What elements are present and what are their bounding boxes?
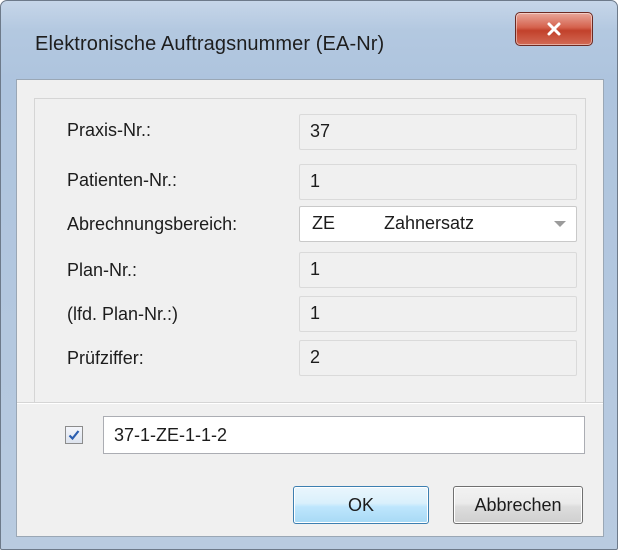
ok-button[interactable]: OK — [293, 486, 429, 524]
lfd-plan-nr-label: (lfd. Plan-Nr.:) — [67, 304, 179, 324]
plan-nr-label: Plan-Nr.: — [67, 260, 138, 280]
abrechnungsbereich-select[interactable]: ZE Zahnersatz — [299, 206, 577, 242]
window-title: Elektronische Auftragsnummer (EA-Nr) — [35, 33, 385, 55]
abrechnungsbereich-label: Abrechnungsbereich: — [67, 214, 238, 234]
abrechnungsbereich-code: ZE — [312, 213, 336, 233]
dialog-body: Praxis-Nr.: 37 Patienten-Nr.: 1 Abrechnu… — [16, 79, 604, 537]
checkmark-icon — [68, 430, 80, 441]
ea-checkbox[interactable] — [65, 426, 83, 444]
abrechnungsbereich-name: Zahnersatz — [384, 213, 475, 233]
separator — [17, 402, 603, 404]
lfd-plan-nr-field: 1 — [299, 296, 577, 332]
praxis-nr-field: 37 — [299, 114, 577, 150]
title-bar[interactable]: Elektronische Auftragsnummer (EA-Nr) — [1, 1, 617, 81]
praxis-nr-label: Praxis-Nr.: — [67, 120, 152, 140]
patienten-nr-field: 1 — [299, 164, 577, 200]
cancel-button[interactable]: Abbrechen — [453, 486, 583, 524]
pruefziffer-field: 2 — [299, 340, 577, 376]
pruefziffer-label: Prüfziffer: — [67, 348, 144, 368]
dialog-window: Elektronische Auftragsnummer (EA-Nr) Pra… — [0, 0, 618, 550]
close-button[interactable] — [515, 12, 593, 46]
chevron-down-icon[interactable] — [554, 221, 566, 227]
patienten-nr-label: Patienten-Nr.: — [67, 170, 178, 190]
plan-nr-field: 1 — [299, 252, 577, 288]
ea-number-input[interactable]: 37-1-ZE-1-1-2 — [103, 416, 585, 454]
close-icon — [547, 22, 561, 36]
